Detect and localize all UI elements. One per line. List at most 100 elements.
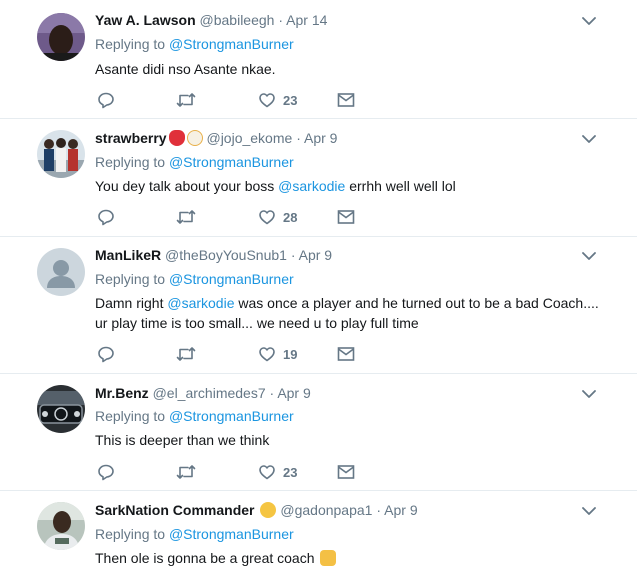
like-button[interactable]: 28 bbox=[258, 208, 297, 226]
separator: · bbox=[296, 130, 301, 146]
tweet-actions: 23 bbox=[97, 463, 367, 483]
tweet-text: Then ole is gonna be a great coach bbox=[95, 548, 605, 568]
reply-button[interactable] bbox=[97, 463, 115, 481]
envelope-icon bbox=[337, 465, 355, 479]
tweet-header: SarkNation Commander @gadonpapa1 · Apr 9 bbox=[95, 501, 418, 519]
retweet-icon bbox=[176, 347, 196, 361]
tweet-text: You dey talk about your boss @sarkodie e… bbox=[95, 176, 605, 196]
replying-to-link[interactable]: @StrongmanBurner bbox=[169, 36, 294, 52]
chevron-down-icon[interactable] bbox=[582, 251, 596, 261]
like-count: 23 bbox=[283, 92, 298, 108]
username[interactable]: @theBoyYouSnub1 bbox=[165, 247, 287, 263]
message-button[interactable] bbox=[337, 91, 355, 109]
separator: · bbox=[290, 247, 296, 263]
retweet-button[interactable] bbox=[176, 91, 196, 109]
clown-emoji bbox=[186, 130, 203, 146]
mention-link[interactable]: @sarkodie bbox=[278, 178, 345, 194]
tweet-header: strawberry @jojo_ekome · Apr 9 bbox=[95, 129, 337, 147]
replying-to-link[interactable]: @StrongmanBurner bbox=[169, 154, 294, 170]
reply-tweet[interactable]: strawberry @jojo_ekome · Apr 9 Replying … bbox=[0, 119, 637, 237]
message-button[interactable] bbox=[337, 208, 355, 226]
like-button[interactable]: 23 bbox=[258, 463, 297, 481]
chevron-down-icon[interactable] bbox=[582, 134, 596, 144]
tweet-text-part: Then ole is gonna be a great coach bbox=[95, 550, 315, 566]
avatar[interactable] bbox=[37, 502, 85, 550]
chevron-down-icon[interactable] bbox=[582, 506, 596, 516]
envelope-icon bbox=[337, 210, 355, 224]
tweet-text-part: You dey talk about your boss bbox=[95, 178, 279, 194]
replying-prefix: Replying to bbox=[95, 526, 166, 542]
tweet-text-part: This is deeper than we think bbox=[95, 432, 270, 448]
tweet-text: Asante didi nso Asante nkae. bbox=[95, 59, 605, 79]
reply-button[interactable] bbox=[97, 91, 115, 109]
retweet-button[interactable] bbox=[176, 208, 196, 226]
replying-to: Replying to @StrongmanBurner bbox=[95, 525, 294, 543]
reply-tweet[interactable]: SarkNation Commander @gadonpapa1 · Apr 9… bbox=[0, 491, 637, 573]
tweet-actions: 28 bbox=[97, 208, 367, 228]
reply-button[interactable] bbox=[97, 208, 115, 226]
replying-to: Replying to @StrongmanBurner bbox=[95, 35, 294, 53]
tweet-text-part: Damn right bbox=[95, 295, 168, 311]
tweet-actions: 19 bbox=[97, 345, 367, 365]
chevron-down-icon[interactable] bbox=[582, 389, 596, 399]
replying-to-link[interactable]: @StrongmanBurner bbox=[169, 408, 294, 424]
heart-icon bbox=[259, 93, 275, 108]
heart-icon bbox=[259, 347, 275, 362]
reply-tweet[interactable]: ManLikeR @theBoyYouSnub1 · Apr 9 Replyin… bbox=[0, 237, 637, 374]
raised-hands-emoji bbox=[320, 550, 337, 566]
retweet-icon bbox=[176, 465, 196, 479]
timestamp[interactable]: Apr 9 bbox=[384, 502, 417, 518]
avatar[interactable] bbox=[37, 248, 85, 296]
username[interactable]: @el_archimedes7 bbox=[153, 385, 266, 401]
retweet-icon bbox=[176, 93, 196, 107]
display-name[interactable]: strawberry bbox=[95, 130, 167, 146]
display-name[interactable]: SarkNation Commander bbox=[95, 502, 254, 518]
username[interactable]: @gadonpapa1 bbox=[280, 502, 372, 518]
display-name[interactable]: ManLikeR bbox=[95, 247, 161, 263]
heart-icon bbox=[259, 210, 275, 225]
retweet-button[interactable] bbox=[176, 463, 196, 481]
username[interactable]: @babileegh bbox=[200, 12, 275, 28]
timestamp[interactable]: Apr 9 bbox=[277, 385, 310, 401]
envelope-icon bbox=[337, 347, 355, 361]
separator: · bbox=[376, 502, 382, 518]
message-button[interactable] bbox=[337, 345, 355, 363]
sunglasses-emoji bbox=[260, 502, 277, 518]
message-button[interactable] bbox=[337, 463, 355, 481]
reply-icon bbox=[98, 92, 114, 109]
replying-prefix: Replying to bbox=[95, 408, 166, 424]
reply-icon bbox=[98, 464, 114, 481]
replying-to-link[interactable]: @StrongmanBurner bbox=[169, 271, 294, 287]
reply-icon bbox=[98, 209, 114, 226]
reply-tweet[interactable]: Mr.Benz @el_archimedes7 · Apr 9 Replying… bbox=[0, 374, 637, 491]
timestamp[interactable]: Apr 9 bbox=[304, 130, 337, 146]
timestamp[interactable]: Apr 9 bbox=[299, 247, 332, 263]
username[interactable]: @jojo_ekome bbox=[206, 130, 292, 146]
tweet-actions: 23 bbox=[97, 91, 367, 111]
replying-to-link[interactable]: @StrongmanBurner bbox=[169, 526, 294, 542]
display-name[interactable]: Yaw A. Lawson bbox=[95, 12, 196, 28]
like-button[interactable]: 23 bbox=[258, 91, 297, 109]
like-button[interactable]: 19 bbox=[258, 345, 297, 363]
mention-link[interactable]: @sarkodie bbox=[167, 295, 234, 311]
separator: · bbox=[269, 385, 275, 401]
timestamp[interactable]: Apr 14 bbox=[286, 12, 327, 28]
avatar[interactable] bbox=[37, 13, 85, 61]
tweet-header: ManLikeR @theBoyYouSnub1 · Apr 9 bbox=[95, 246, 332, 264]
chevron-down-icon[interactable] bbox=[582, 16, 596, 26]
reply-button[interactable] bbox=[97, 345, 115, 363]
tweet-header: Yaw A. Lawson @babileegh · Apr 14 bbox=[95, 11, 327, 29]
replying-prefix: Replying to bbox=[95, 36, 166, 52]
display-name[interactable]: Mr.Benz bbox=[95, 385, 149, 401]
replying-to: Replying to @StrongmanBurner bbox=[95, 153, 294, 171]
retweet-button[interactable] bbox=[176, 345, 196, 363]
like-count: 19 bbox=[283, 346, 298, 362]
avatar[interactable] bbox=[37, 385, 85, 433]
strawberry-emoji bbox=[168, 130, 185, 146]
avatar[interactable] bbox=[37, 130, 85, 178]
tweet-text: Damn right @sarkodie was once a player a… bbox=[95, 293, 605, 333]
separator: · bbox=[278, 12, 284, 28]
tweet-header: Mr.Benz @el_archimedes7 · Apr 9 bbox=[95, 384, 311, 402]
replying-to: Replying to @StrongmanBurner bbox=[95, 270, 294, 288]
reply-tweet[interactable]: Yaw A. Lawson @babileegh · Apr 14 Replyi… bbox=[0, 0, 637, 119]
